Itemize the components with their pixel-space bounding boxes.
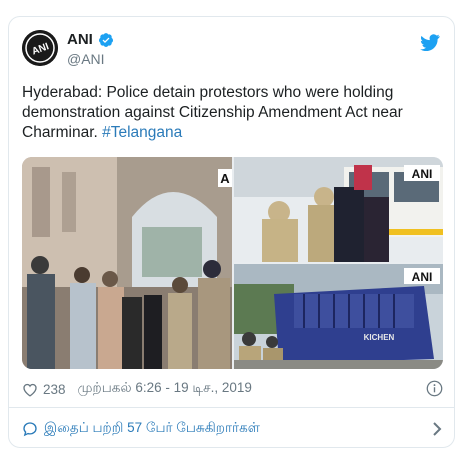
account-handle[interactable]: @ANI xyxy=(67,51,105,67)
heart-icon[interactable] xyxy=(22,382,38,397)
photo-police-van-boarding[interactable]: ANI xyxy=(234,157,443,262)
divider xyxy=(9,407,454,408)
watermark-a: A xyxy=(220,171,230,186)
hashtag-link[interactable]: #Telangana xyxy=(102,124,182,141)
like-count[interactable]: 238 xyxy=(43,382,66,397)
chevron-right-icon[interactable] xyxy=(431,421,443,437)
twitter-bird-icon[interactable] xyxy=(420,34,440,51)
van-text: KICHEN xyxy=(364,333,395,342)
tweet-body: Hyderabad: Police detain protestors who … xyxy=(22,84,403,141)
discussion-link[interactable]: இதைப் பற்றி 57 பேர் பேசுகிறார்கள் xyxy=(22,419,443,439)
tweet-card[interactable]: ANI ANI @ANI Hyderabad: Police detain pr… xyxy=(8,16,455,448)
media-grid[interactable]: A ANI KICHEN ANI xyxy=(22,157,443,369)
account-name-row[interactable]: ANI xyxy=(67,31,114,48)
watermark-ani-top: ANI xyxy=(412,167,433,181)
tweet-timestamp[interactable]: முற்பகல் 6:26 - 19 டிச., 2019 xyxy=(78,380,252,398)
discussion-label[interactable]: இதைப் பற்றி 57 பேர் பேசுகிறார்கள் xyxy=(44,420,260,438)
tweet-text: Hyderabad: Police detain protestors who … xyxy=(22,83,442,143)
avatar[interactable]: ANI xyxy=(22,30,58,66)
photo-charminar-crowd[interactable]: A xyxy=(22,157,232,369)
speech-bubble-icon xyxy=(23,422,37,437)
account-name[interactable]: ANI xyxy=(67,31,93,48)
info-icon[interactable] xyxy=(426,380,443,397)
ani-logo-icon: ANI xyxy=(22,30,58,66)
watermark-ani-bottom: ANI xyxy=(412,270,433,284)
verified-badge-icon xyxy=(98,32,113,47)
photo-police-bus[interactable]: KICHEN ANI xyxy=(234,264,443,369)
tweet-meta: 238 முற்பகல் 6:26 - 19 டிச., 2019 xyxy=(22,379,443,399)
